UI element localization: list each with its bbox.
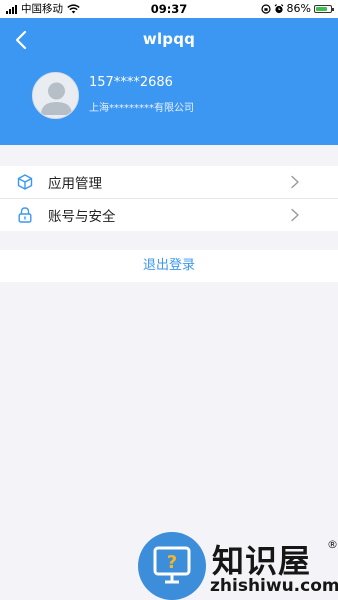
svg-text:?: ? [167, 552, 177, 573]
status-bar: 中国移动 09:37 86% [0, 0, 338, 18]
settings-menu: 应用管理 账号与安全 [0, 166, 338, 231]
battery-percentage: 86% [286, 2, 311, 15]
user-company: 上海*********有限公司 [89, 103, 194, 114]
avatar[interactable] [32, 72, 79, 119]
profile-header: wlpqq 157****2686 上海*********有限公司 [0, 18, 338, 145]
rotation-lock-icon [260, 4, 271, 14]
battery-icon [314, 5, 334, 13]
watermark-brand-en: zhishiwu.com [210, 576, 338, 596]
lock-icon [16, 206, 34, 224]
cube-icon [16, 173, 34, 191]
user-avatar-icon [41, 82, 72, 115]
help-monitor-icon: ? [153, 546, 191, 584]
profile-page: 中国移动 09:37 86% wlpqq 157****2686 上海*****… [0, 0, 338, 600]
watermark-registered-mark: ® [327, 538, 338, 551]
site-watermark: ? 知识屋 ® zhishiwu.com [138, 532, 338, 600]
watermark-logo: ? [138, 532, 206, 600]
alarm-icon [274, 4, 283, 14]
user-phone: 157****2686 [89, 75, 173, 90]
logout-button[interactable]: 退出登录 [0, 250, 338, 282]
status-right: 86% [258, 0, 334, 18]
page-title: wlpqq [142, 30, 196, 48]
menu-item-account-security[interactable]: 账号与安全 [0, 198, 338, 231]
chevron-right-icon [291, 175, 299, 189]
menu-item-label: 应用管理 [48, 176, 102, 192]
chevron-right-icon [291, 208, 299, 222]
menu-item-app-management[interactable]: 应用管理 [0, 166, 338, 198]
menu-item-label: 账号与安全 [48, 209, 116, 225]
